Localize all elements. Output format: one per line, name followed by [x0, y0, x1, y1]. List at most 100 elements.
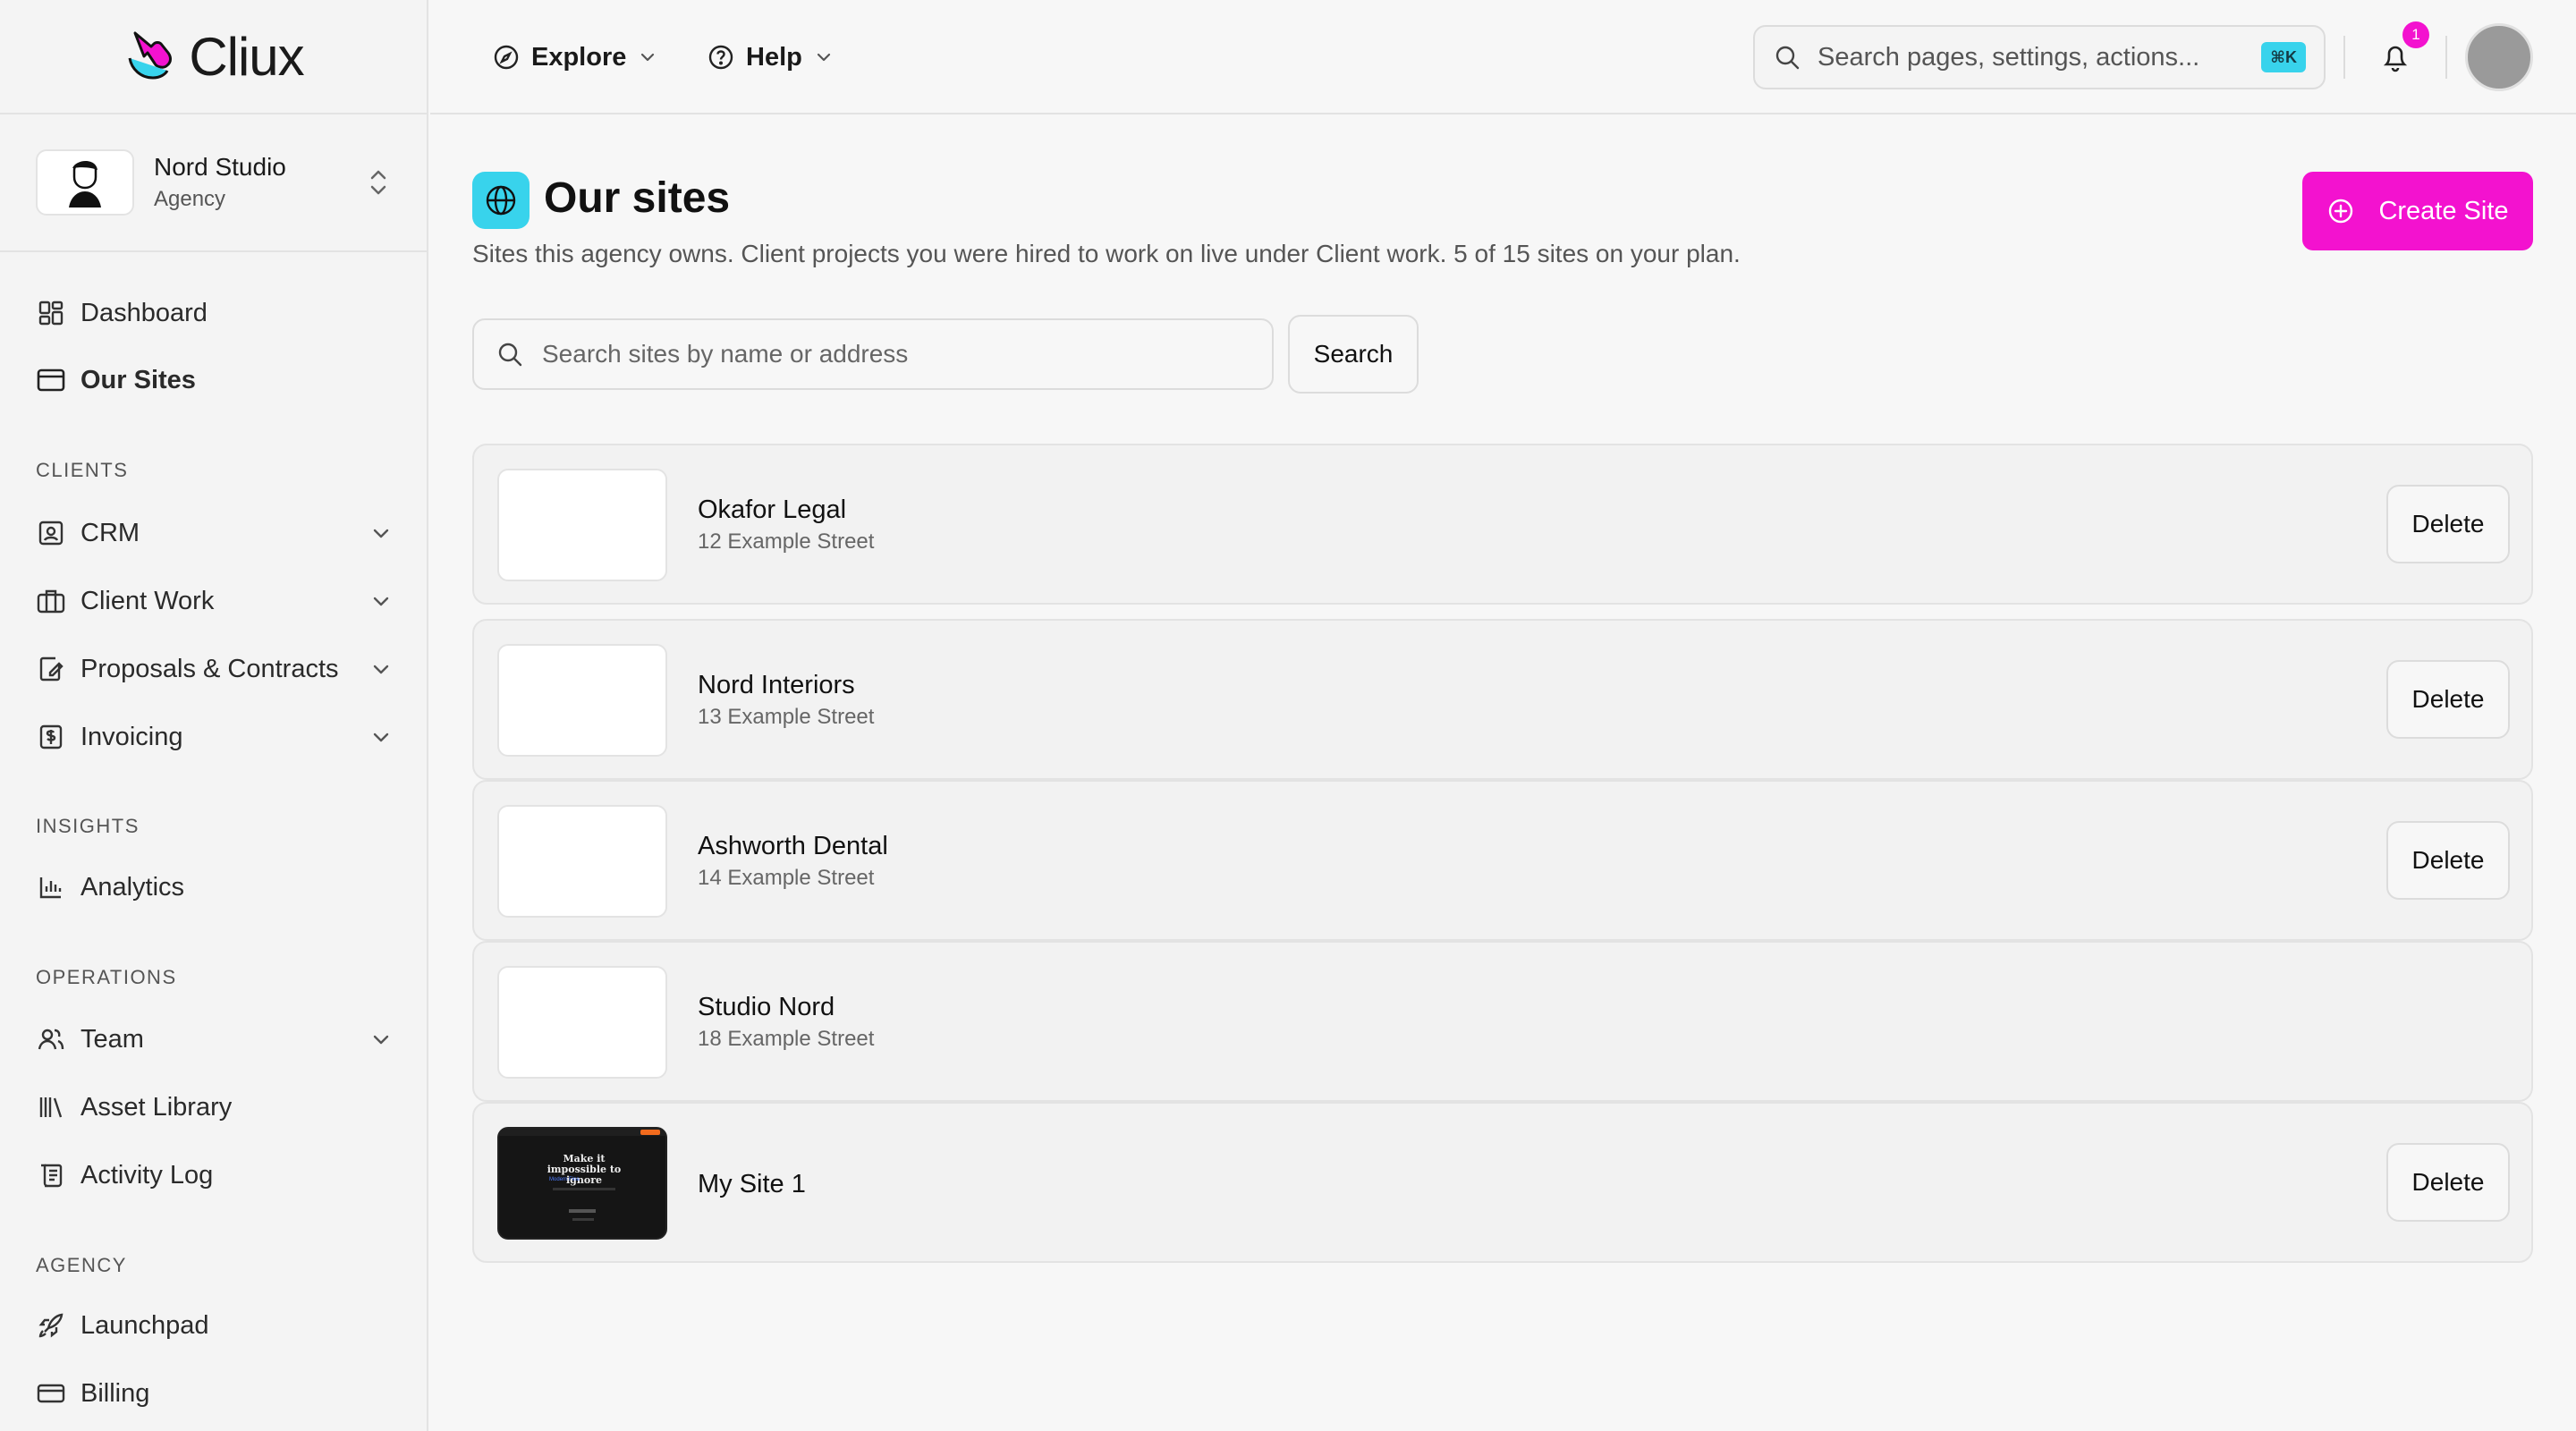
topbar-divider: [2445, 36, 2447, 79]
section-label-clients: CLIENTS: [36, 459, 129, 481]
sidebar-item-dashboard[interactable]: Dashboard: [36, 288, 394, 338]
topbar-divider: [2343, 36, 2345, 79]
sidebar-item-label: Invoicing: [80, 722, 183, 751]
site-thumbnail: [497, 469, 667, 581]
shortcut-badge: ⌘K: [2261, 42, 2306, 72]
site-search-input[interactable]: Search sites by name or address: [472, 318, 1274, 390]
search-icon: [1773, 43, 1801, 72]
site-row[interactable]: Make it impossible to ignore Modern Fina…: [472, 1102, 2533, 1263]
site-row[interactable]: Ashworth Dental 14 Example Street Delete: [472, 780, 2533, 941]
scroll-log-icon: [36, 1160, 66, 1190]
create-site-button[interactable]: Create Site: [2302, 172, 2533, 250]
delete-button[interactable]: Delete: [2386, 1143, 2510, 1222]
site-address: 18 Example Street: [698, 1027, 875, 1051]
global-search-placeholder: Search pages, settings, actions...: [1818, 42, 2200, 72]
user-avatar[interactable]: [2465, 23, 2533, 91]
site-row[interactable]: Studio Nord 18 Example Street: [472, 941, 2533, 1102]
users-icon: [36, 1024, 66, 1054]
site-thumbnail: [497, 805, 667, 918]
compass-icon: [492, 43, 521, 72]
expand-collapse-icon: [366, 166, 391, 199]
site-row[interactable]: Okafor Legal 12 Example Street Delete: [472, 444, 2533, 605]
rocket-icon: [36, 1310, 66, 1341]
site-name[interactable]: Ashworth Dental: [698, 832, 888, 861]
logo[interactable]: Cliux: [0, 0, 427, 114]
logo-hand-icon: [123, 28, 180, 85]
preview-tagline: Modern Fina: [549, 1177, 580, 1182]
search-button[interactable]: Search: [1288, 315, 1419, 394]
chevron-down-icon: [373, 732, 389, 742]
create-site-label: Create Site: [2378, 196, 2509, 225]
sidebar-item-label: Team: [80, 1024, 144, 1054]
chevron-down-icon: [373, 597, 389, 606]
delete-button[interactable]: Delete: [2386, 660, 2510, 739]
sidebar-item-launchpad[interactable]: Launchpad: [36, 1300, 394, 1351]
org-avatar: [36, 149, 134, 216]
explore-menu[interactable]: Explore: [492, 36, 658, 79]
library-icon: [36, 1092, 66, 1122]
global-search-input[interactable]: Search pages, settings, actions... ⌘K: [1753, 25, 2326, 89]
site-thumbnail: [497, 966, 667, 1079]
browser-window-icon: [36, 365, 66, 395]
bar-chart-icon: [36, 872, 66, 902]
sidebar-item-label: Billing: [80, 1378, 150, 1408]
sidebar-item-crm[interactable]: CRM: [36, 508, 394, 558]
page-title: Our sites: [544, 174, 731, 222]
chevron-down-icon: [373, 529, 389, 538]
chevron-down-icon: [641, 53, 655, 62]
delete-button[interactable]: Delete: [2386, 485, 2510, 563]
org-type: Agency: [154, 187, 226, 211]
sidebar: Cliux Nord Studio Agency Dashboard Our S…: [0, 0, 428, 1431]
sidebar-item-label: Activity Log: [80, 1160, 214, 1190]
sidebar-item-label: Launchpad: [80, 1310, 209, 1340]
chevron-down-icon: [373, 665, 389, 674]
sidebar-item-activity-log[interactable]: Activity Log: [36, 1150, 394, 1200]
site-thumbnail: [497, 644, 667, 757]
sidebar-item-label: Analytics: [80, 872, 185, 902]
section-label-agency: AGENCY: [36, 1254, 127, 1276]
sidebar-item-asset-library[interactable]: Asset Library: [36, 1082, 394, 1132]
notification-count-badge: 1: [2402, 21, 2429, 48]
preview-cta: [640, 1130, 660, 1135]
site-name[interactable]: Okafor Legal: [698, 495, 846, 525]
site-search-placeholder: Search sites by name or address: [542, 340, 909, 368]
globe-icon: [472, 172, 530, 229]
sidebar-item-analytics[interactable]: Analytics: [36, 862, 394, 912]
org-switcher[interactable]: Nord Studio Agency: [0, 114, 427, 252]
dashboard-icon: [36, 298, 66, 328]
delete-button[interactable]: Delete: [2386, 821, 2510, 900]
sidebar-item-label: Dashboard: [80, 298, 208, 327]
sidebar-item-client-work[interactable]: Client Work: [36, 576, 394, 626]
help-menu[interactable]: Help: [707, 36, 835, 79]
chevron-down-icon: [373, 1035, 389, 1045]
site-thumbnail: Make it impossible to ignore Modern Fina: [497, 1127, 667, 1240]
search-icon: [496, 340, 524, 368]
preview-text-line: [572, 1218, 594, 1221]
page-subtitle: Sites this agency owns. Client projects …: [472, 240, 1741, 267]
help-label: Help: [746, 42, 802, 72]
sidebar-item-label: CRM: [80, 518, 140, 547]
sidebar-item-invoicing[interactable]: Invoicing: [36, 712, 394, 762]
site-name[interactable]: My Site 1: [698, 1170, 806, 1199]
invoice-dollar-icon: [36, 722, 66, 752]
sidebar-item-proposals-contracts[interactable]: Proposals & Contracts: [36, 644, 394, 694]
sidebar-item-billing[interactable]: Billing: [36, 1368, 394, 1418]
logo-text: Cliux: [189, 26, 304, 87]
preview-text-line: [553, 1188, 615, 1190]
site-name[interactable]: Nord Interiors: [698, 671, 855, 700]
briefcase-icon: [36, 586, 66, 616]
sidebar-item-label: Client Work: [80, 586, 215, 615]
site-address: 12 Example Street: [698, 529, 875, 554]
document-edit-icon: [36, 654, 66, 684]
credit-card-icon: [36, 1378, 66, 1409]
site-name[interactable]: Studio Nord: [698, 993, 835, 1022]
sidebar-item-team[interactable]: Team: [36, 1014, 394, 1064]
section-label-operations: OPERATIONS: [36, 966, 177, 988]
section-label-insights: INSIGHTS: [36, 815, 140, 837]
sidebar-item-our-sites[interactable]: Our Sites: [36, 355, 394, 405]
site-row[interactable]: Nord Interiors 13 Example Street Delete: [472, 619, 2533, 780]
plus-circle-icon: [2326, 197, 2355, 225]
chevron-down-icon: [817, 53, 830, 62]
preview-text-line: [569, 1209, 596, 1213]
site-address: 13 Example Street: [698, 705, 875, 729]
